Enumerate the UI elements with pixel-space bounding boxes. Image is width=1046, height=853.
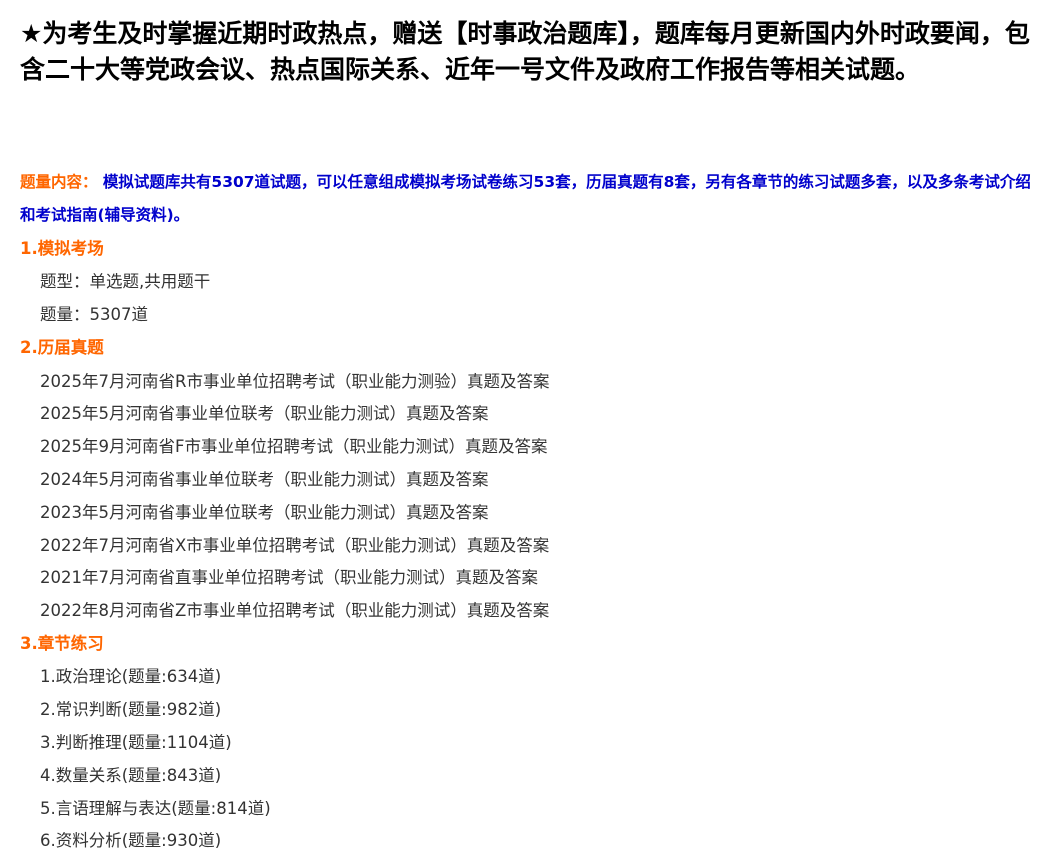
mock-count-label: 题量： — [40, 305, 90, 324]
past-exam-item[interactable]: 2025年9月河南省F市事业单位招聘考试（职业能力测试）真题及答案 — [40, 435, 547, 459]
past-exam-item[interactable]: 2022年8月河南省Z市事业单位招聘考试（职业能力测试）真题及答案 — [40, 599, 549, 623]
mock-count-row: 题量：5307道 — [40, 303, 148, 327]
intro-text: 模拟试题库共有5307道试题，可以任意组成模拟考场试卷练习53套，历届真题有8套… — [20, 173, 1031, 224]
intro-paragraph: 题量内容： 模拟试题库共有5307道试题，可以任意组成模拟考场试卷练习53套，历… — [20, 166, 1040, 232]
chapter-item[interactable]: 5.言语理解与表达(题量:814道) — [40, 797, 271, 821]
mock-type-label: 题型： — [40, 272, 90, 291]
section-title-past: 2.历届真题 — [20, 338, 104, 357]
past-exam-item[interactable]: 2025年7月河南省R市事业单位招聘考试（职业能力测验）真题及答案 — [40, 370, 549, 394]
page: ★为考生及时掌握近期时政热点，赠送【时事政治题库】，题库每月更新国内外时政要闻，… — [0, 0, 1046, 853]
section-title-chapters: 3.章节练习 — [20, 634, 104, 653]
chapter-item[interactable]: 1.政治理论(题量:634道) — [40, 665, 221, 689]
chapter-item[interactable]: 6.资料分析(题量:930道) — [40, 829, 221, 853]
chapter-item[interactable]: 2.常识判断(题量:982道) — [40, 698, 221, 722]
past-exam-item[interactable]: 2024年5月河南省事业单位联考（职业能力测试）真题及答案 — [40, 468, 489, 492]
section-title-mock: 1.模拟考场 — [20, 239, 104, 258]
past-exam-item[interactable]: 2023年5月河南省事业单位联考（职业能力测试）真题及答案 — [40, 501, 489, 525]
mock-type-row: 题型：单选题,共用题干 — [40, 270, 210, 294]
chapter-item[interactable]: 4.数量关系(题量:843道) — [40, 764, 221, 788]
chapter-item[interactable]: 3.判断推理(题量:1104道) — [40, 731, 232, 755]
mock-count-value: 5307道 — [89, 305, 149, 324]
intro-label: 题量内容： — [20, 173, 98, 191]
mock-type-value: 单选题,共用题干 — [89, 272, 211, 291]
past-exam-item[interactable]: 2021年7月河南省直事业单位招聘考试（职业能力测试）真题及答案 — [40, 566, 538, 590]
promo-banner: ★为考生及时掌握近期时政热点，赠送【时事政治题库】，题库每月更新国内外时政要闻，… — [20, 19, 1030, 84]
past-exam-item[interactable]: 2022年7月河南省X市事业单位招聘考试（职业能力测试）真题及答案 — [40, 534, 549, 558]
past-exam-item[interactable]: 2025年5月河南省事业单位联考（职业能力测试）真题及答案 — [40, 402, 489, 426]
